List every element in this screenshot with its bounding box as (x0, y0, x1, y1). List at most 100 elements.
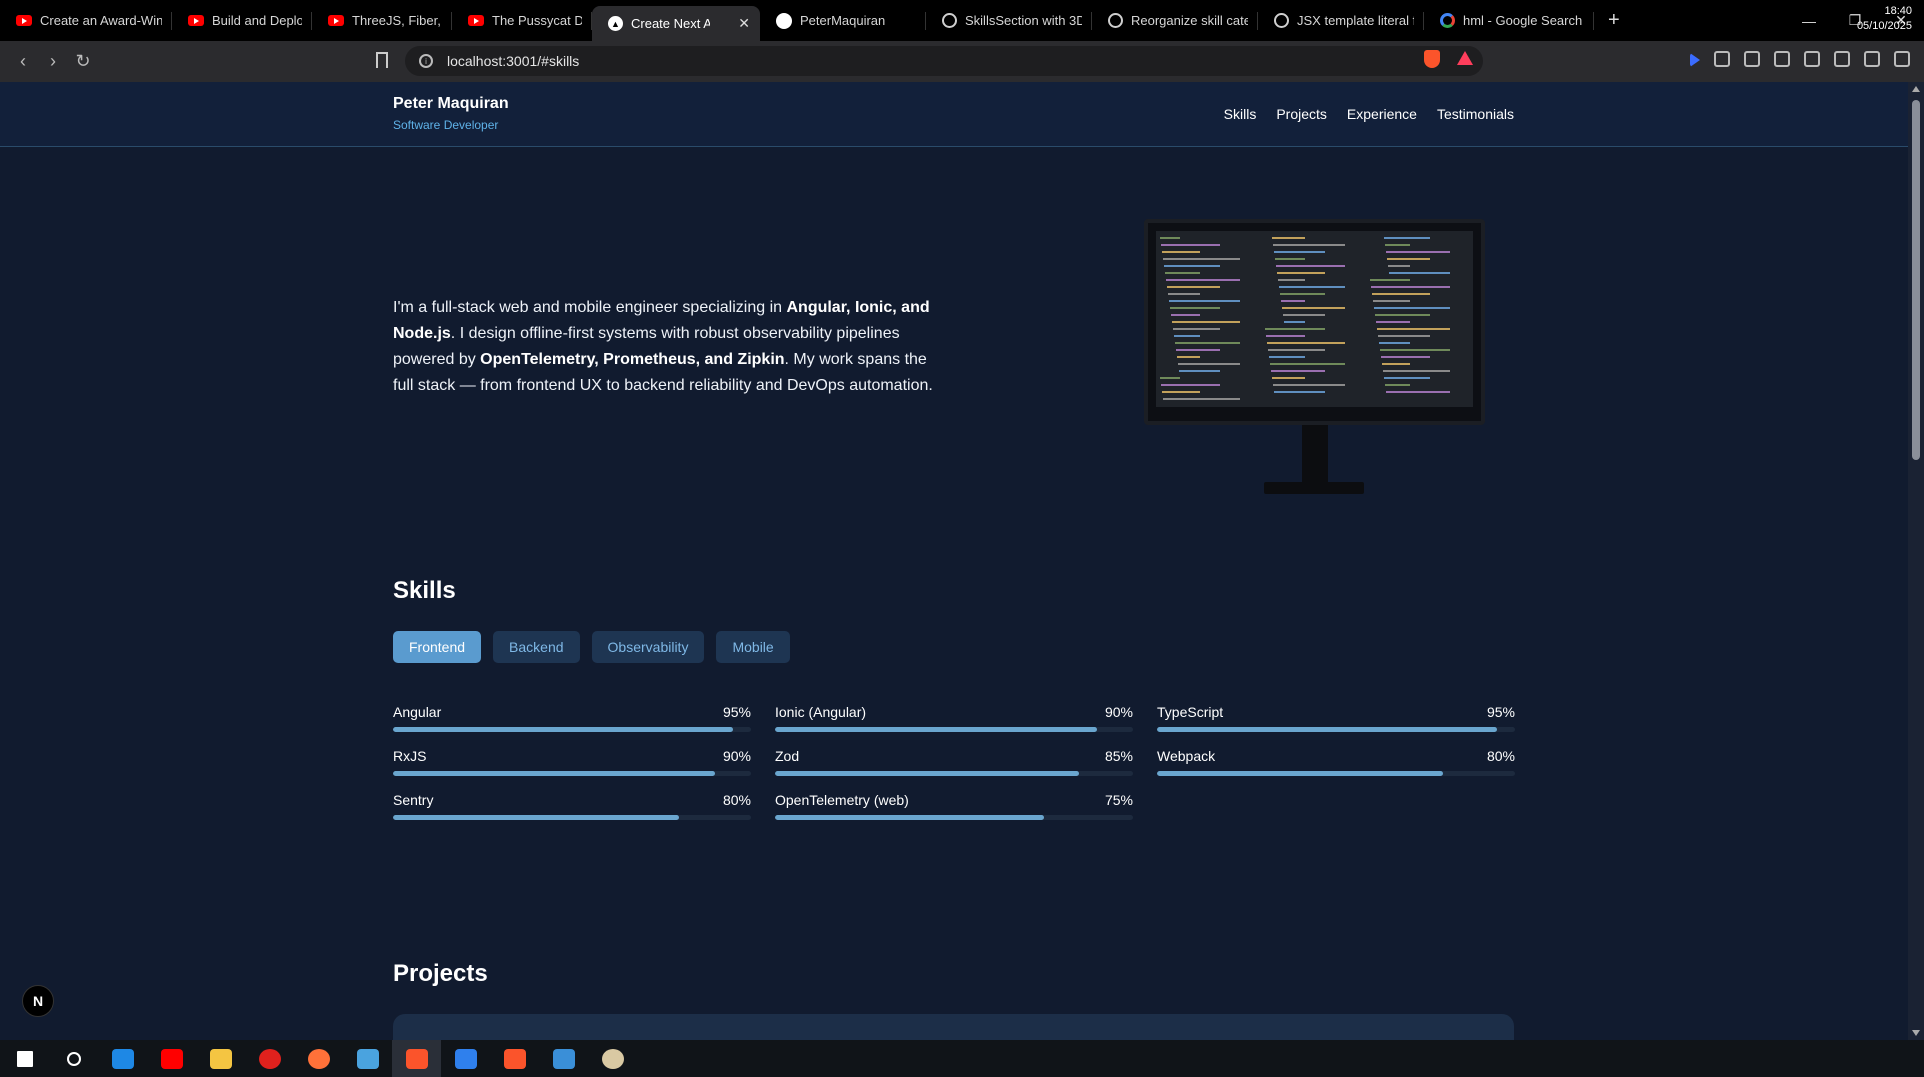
nextjs-icon: ▲ (608, 16, 623, 31)
code-line (1281, 300, 1305, 302)
code-line (1169, 300, 1240, 302)
skill-progress-bar (775, 815, 1133, 820)
skill-progress-bar (775, 727, 1133, 732)
hero-intro: I'm a full-stack web and mobile engineer… (393, 295, 933, 399)
code-line (1383, 370, 1450, 372)
brave-icon[interactable] (490, 1040, 539, 1077)
cloud-app-icon[interactable] (343, 1040, 392, 1077)
paint-icon[interactable] (588, 1040, 637, 1077)
bookmark-icon[interactable] (376, 52, 388, 68)
3d-monitor-model[interactable] (1144, 219, 1485, 425)
chatgpt-icon (1108, 13, 1123, 28)
code-line (1384, 237, 1430, 239)
vscode-icon[interactable] (441, 1040, 490, 1077)
tab-frontend[interactable]: Frontend (393, 631, 482, 663)
skill-item: Sentry 80% (393, 792, 751, 820)
skill-name: Webpack (1157, 748, 1216, 764)
new-tab-button[interactable]: + (1594, 9, 1634, 32)
skills-grid: Angular 95% Ionic (Angular) 90% TypeScript 95… (393, 704, 1515, 820)
nav-link-testimonials[interactable]: Testimonials (1437, 106, 1514, 122)
youtube-icon (468, 15, 484, 26)
brave-rewards-icon[interactable] (1457, 51, 1473, 65)
browser-tab[interactable]: JSX template literal fix (1258, 0, 1424, 41)
windows-start-icon[interactable] (0, 1040, 49, 1077)
browser-tab[interactable]: The Pussycat Dolls (452, 0, 592, 41)
skill-progress-fill (393, 815, 680, 820)
extensions-icon[interactable] (1714, 51, 1730, 67)
opera-icon[interactable] (245, 1040, 294, 1077)
skill-category-tabs: Frontend Backend Observability Mobile (393, 631, 790, 663)
search-icon[interactable] (49, 1040, 98, 1077)
code-line (1385, 244, 1410, 246)
skill-name: OpenTelemetry (web) (775, 792, 909, 808)
reload-icon[interactable]: ↻ (68, 51, 98, 72)
code-line (1370, 279, 1410, 281)
address-toolbar: ‹ › ↻ i localhost:3001/#skills (0, 41, 1924, 82)
code-line (1270, 363, 1345, 365)
browser-tab[interactable]: Build and Deploy an A (172, 0, 312, 41)
tab-title: Create an Award-Winn (40, 13, 162, 28)
vpn-icon[interactable] (1864, 51, 1880, 67)
mail-icon[interactable] (98, 1040, 147, 1077)
close-tab-icon[interactable]: ✕ (738, 15, 750, 32)
youtube-icon[interactable] (147, 1040, 196, 1077)
music-icon[interactable] (1774, 51, 1790, 67)
code-line (1271, 370, 1325, 372)
leo-ai-icon[interactable] (1834, 51, 1850, 67)
browser-tab[interactable]: Reorganize skill catego (1092, 0, 1258, 41)
tab-observability[interactable]: Observability (591, 631, 705, 663)
code-line (1378, 335, 1430, 337)
browser-tab[interactable]: PeterMaquiran (760, 0, 926, 41)
firefox-icon[interactable] (294, 1040, 343, 1077)
photos-icon[interactable] (539, 1040, 588, 1077)
back-icon[interactable]: ‹ (8, 51, 38, 72)
skill-progress-bar (1157, 771, 1515, 776)
skill-progress-fill (775, 815, 1044, 820)
browser-tab[interactable]: ▲ Create Next App ✕ (592, 6, 760, 41)
scrollbar-thumb[interactable] (1912, 100, 1920, 460)
skill-progress-fill (775, 771, 1080, 776)
browser-tab[interactable]: SkillsSection with 3D C (926, 0, 1092, 41)
chatgpt-icon (942, 13, 957, 28)
nextjs-dev-badge[interactable]: N (22, 985, 54, 1017)
forward-icon[interactable]: › (38, 51, 68, 72)
screenshot-icon[interactable] (1744, 51, 1760, 67)
taskbar-clock[interactable]: 18:40 05/10/2025 (1857, 4, 1912, 34)
browser-tab[interactable]: ThreeJS, Fiber, Drei rot (312, 0, 452, 41)
browser-tab[interactable]: Create an Award-Winn (0, 0, 172, 41)
nav-link-projects[interactable]: Projects (1276, 106, 1327, 122)
nav-link-skills[interactable]: Skills (1224, 106, 1257, 122)
code-line (1178, 363, 1240, 365)
code-line (1372, 293, 1430, 295)
hero-bold-2: OpenTelemetry, Prometheus, and Zipkin (480, 351, 785, 368)
page-scrollbar[interactable] (1908, 82, 1924, 1040)
brave-shields-icon[interactable] (1424, 50, 1440, 68)
browser-tab[interactable]: hml - Google Search (1424, 0, 1594, 41)
scroll-down-icon[interactable] (1912, 1030, 1920, 1036)
code-line (1381, 356, 1430, 358)
skill-progress-bar (1157, 727, 1515, 732)
url-bar[interactable]: i localhost:3001/#skills (405, 46, 1483, 76)
media-play-icon[interactable] (1690, 53, 1700, 67)
projects-heading: Projects (393, 960, 488, 987)
minimize-icon[interactable]: — (1786, 13, 1832, 29)
menu-icon[interactable] (1894, 51, 1910, 67)
project-card[interactable] (393, 1014, 1514, 1040)
scroll-up-icon[interactable] (1912, 86, 1920, 92)
code-line (1266, 335, 1305, 337)
brave-icon[interactable] (392, 1040, 441, 1077)
tab-title: Reorganize skill catego (1131, 13, 1248, 28)
tab-mobile[interactable]: Mobile (716, 631, 790, 663)
tab-backend[interactable]: Backend (493, 631, 580, 663)
nav-link-experience[interactable]: Experience (1347, 106, 1417, 122)
file-explorer-icon[interactable] (196, 1040, 245, 1077)
code-line (1160, 377, 1180, 379)
code-line (1284, 321, 1305, 323)
site-name[interactable]: Peter Maquiran (393, 95, 509, 113)
code-line (1384, 377, 1430, 379)
skill-name: Ionic (Angular) (775, 704, 867, 720)
site-info-icon[interactable]: i (419, 54, 433, 68)
site-header: Peter Maquiran Software Developer Skills… (0, 82, 1908, 147)
wallet-icon[interactable] (1804, 51, 1820, 67)
code-line (1161, 244, 1220, 246)
